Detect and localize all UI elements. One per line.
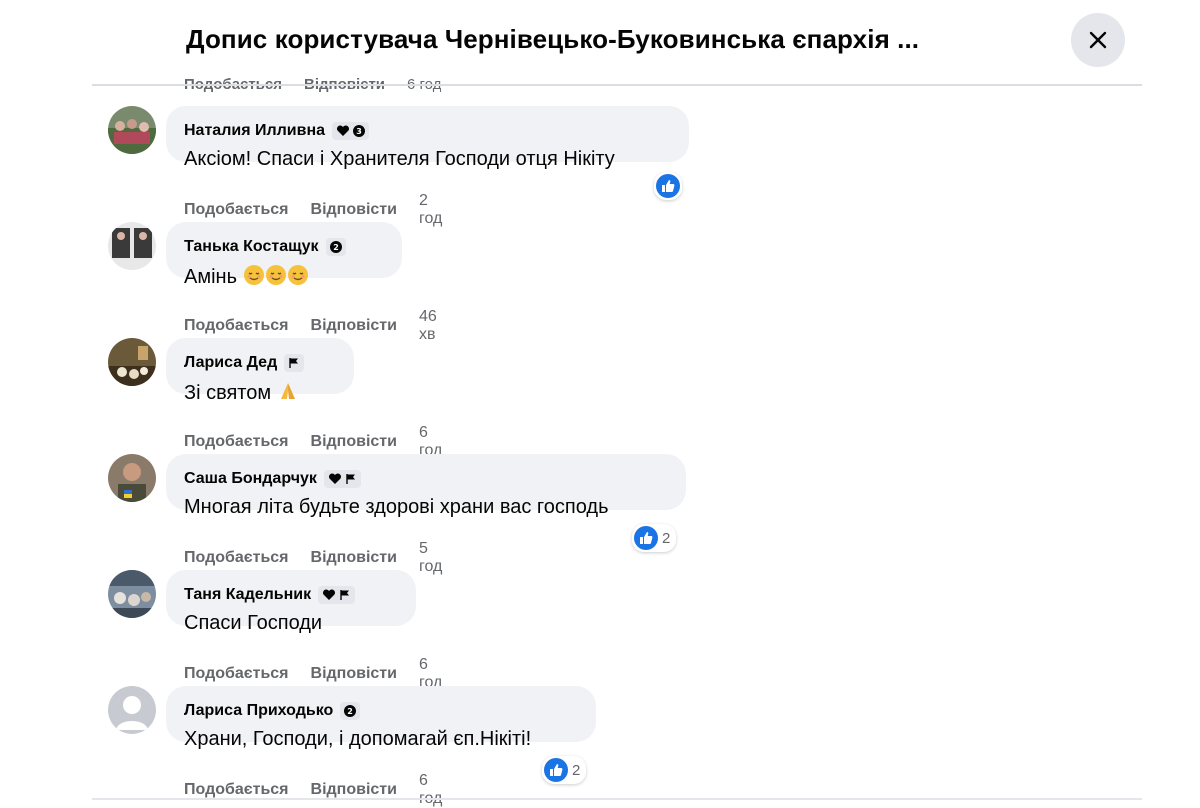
reply-action[interactable]: Відповісти [304,76,385,96]
svg-text:2: 2 [333,243,339,252]
like-action[interactable]: Подобається [184,549,289,567]
comment-text: Амінь [184,266,237,288]
page-title: Допис користувача Чернівецько-Буковинськ… [186,24,920,54]
author-name[interactable]: Саша Бондарчук [184,470,317,488]
reply-action[interactable]: Відповісти [311,433,397,451]
comment-bubble: Лариса Приходько 2 Храни, Господи, і доп… [166,686,596,750]
like-action[interactable]: Подобається [184,201,289,219]
reply-action[interactable]: Відповісти [311,317,397,335]
comment-text: Спаси Господи [184,612,323,634]
folded-hands-emoji-icon [280,383,295,399]
author-name[interactable]: Танька Костащук [184,238,319,256]
header-divider [92,84,1142,86]
flag-badge-icon [346,474,355,484]
comment-time[interactable]: 5 год [419,540,442,576]
author-badges: 3 [332,122,370,140]
comment-text: Многая літа будьте здорові храни вас гос… [184,496,609,518]
rank-badge-icon: 2 [329,241,342,253]
comment-time[interactable]: 6 год [419,772,442,808]
author-name[interactable]: Лариса Дед [184,354,277,372]
author-badges: 2 [340,702,361,720]
comment-bubble: Саша Бондарчук Многая літа будьте здоров… [166,454,686,518]
avatar[interactable] [108,106,156,154]
comment-time: 6 год [407,76,442,93]
close-icon [1089,31,1107,49]
comment-bubble: Таня Кадельник Спаси Господи [166,570,416,634]
reply-action[interactable]: Відповісти [311,201,397,219]
reaction-count: 2 [572,761,581,779]
flag-badge-icon [340,590,350,600]
reply-action[interactable]: Відповісти [311,665,397,683]
like-icon [662,180,675,192]
comment-text: Аксіом! Спаси і Хранителя Господи отця Н… [184,148,615,170]
relieved-face-emoji-icon [287,265,308,285]
comment-text: Храни, Господи, і допомагай єп.Нікіті! [184,728,532,750]
like-action[interactable]: Подобається [184,317,289,335]
rank-badge-icon: 2 [344,705,357,717]
author-name[interactable]: Наталия Илливна [184,122,325,140]
author-badges [318,586,356,604]
reaction-summary[interactable]: 2 [632,524,677,552]
comment-actions: Подобається Відповісти 6 год [184,772,442,808]
comment-time[interactable]: 46 хв [419,308,437,344]
reaction-summary[interactable]: 2 [542,756,587,784]
comment-bubble: Танька Костащук 2 Амінь [166,222,402,288]
rank-badge-icon: 3 [353,125,366,137]
comment-bubble: Лариса Дед Зі святом [166,338,354,404]
like-icon [640,532,653,544]
dialog-header: Допис користувача Чернівецько-Буковинськ… [0,0,1200,84]
heart-badge-icon [323,589,336,600]
reaction-summary[interactable] [654,172,682,200]
svg-text:2: 2 [348,707,354,716]
avatar[interactable] [108,570,156,618]
relieved-face-emoji-icon [265,265,286,285]
comment-time[interactable]: 2 год [419,192,442,228]
relieved-face-emoji-icon [243,265,264,285]
reply-action[interactable]: Відповісти [311,549,397,567]
heart-badge-icon [328,473,341,484]
heart-badge-icon [337,125,350,136]
like-action[interactable]: Подобається [184,665,289,683]
author-badges: 2 [325,238,346,256]
comment-text: Зі святом [184,382,272,404]
comment-bubble: Наталия Илливна 3 Аксіом! Спаси і Хранит… [166,106,689,170]
close-button[interactable] [1071,13,1125,67]
reaction-count: 2 [662,529,671,547]
author-badges [284,354,305,372]
avatar[interactable] [108,338,156,386]
flag-badge-icon [289,358,299,368]
avatar[interactable] [108,454,156,502]
like-action[interactable]: Подобається [184,76,282,96]
like-icon [550,764,563,776]
partial-actions-row: Подобається Відповісти 6 год [184,76,441,96]
reply-action[interactable]: Відповісти [311,781,397,799]
author-name[interactable]: Лариса Приходько [184,702,333,720]
avatar[interactable] [108,686,156,734]
like-action[interactable]: Подобається [184,433,289,451]
like-action[interactable]: Подобається [184,781,289,799]
author-name[interactable]: Таня Кадельник [184,586,311,604]
author-badges [323,470,361,488]
avatar[interactable] [108,222,156,270]
svg-text:3: 3 [356,127,362,136]
